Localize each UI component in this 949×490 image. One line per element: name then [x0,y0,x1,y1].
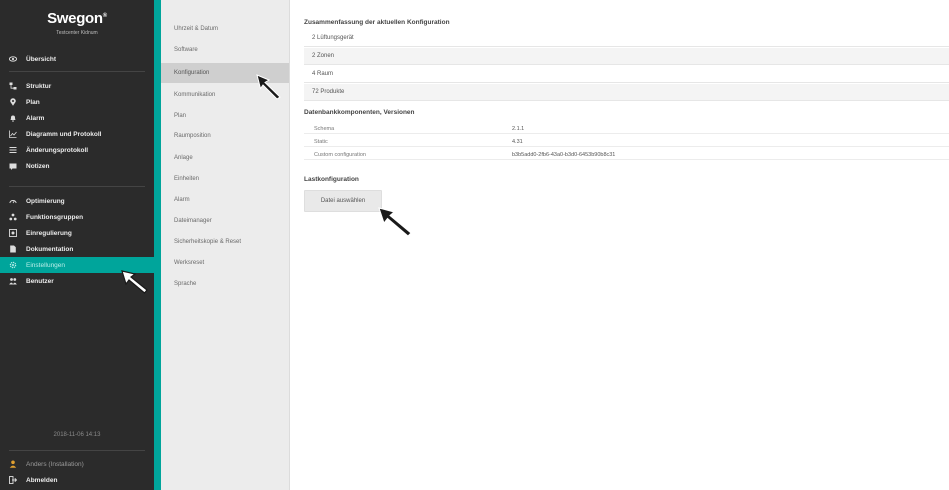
current-datetime: 2018-11-06 14:13 [53,432,101,438]
brand-mark: ® [102,13,107,19]
sidebar-item-struktur[interactable]: Struktur [0,78,154,94]
submenu-item-uhrzeit[interactable]: Uhrzeit & Datum [161,19,290,39]
choose-file-button[interactable]: Datei auswählen [304,190,382,212]
sidebar-divider [9,186,145,187]
brand-subtitle: Testcenter Kidnum [56,30,98,36]
sidebar-item-einregulierung[interactable]: Einregulierung [0,225,154,241]
sidebar-item-label: Alarm [26,114,45,122]
db-version-row: Custom configuration b3b5add0-2fb6-43a0-… [304,150,949,160]
db-version-row: Schema 2.1.1 [304,124,949,134]
logout-button[interactable]: Abmelden [0,472,154,488]
structure-icon [9,82,17,90]
sidebar-item-label: Optimierung [26,197,65,205]
chart-icon [9,130,17,138]
bell-icon [10,115,16,122]
eye-icon [9,56,17,62]
submenu-item-anlage[interactable]: Anlage [161,148,290,168]
submenu-item-sprache[interactable]: Sprache [161,274,290,294]
sidebar-item-label: Funktionsgruppen [26,213,84,221]
list-icon [9,147,17,153]
balance-icon [9,229,17,237]
submenu-item-alarm[interactable]: Alarm [161,190,290,210]
sidebar-item-diagramm[interactable]: Diagramm und Protokoll [0,126,154,142]
sidebar-item-label: Einregulierung [26,229,72,237]
db-version-value: 2.1.1 [512,126,525,132]
logout-icon [9,476,17,484]
submenu-item-plan[interactable]: Plan [161,106,290,126]
db-versions-title: Datenbankkomponenten, Versionen [304,109,415,116]
document-icon [10,245,16,253]
sidebar-item-label: Struktur [26,82,52,90]
summary-row: 2 Lüftungsgerät [304,30,949,47]
groups-icon [9,213,17,221]
db-version-key: Custom configuration [314,152,366,158]
sidebar-divider [9,450,145,451]
db-version-value: b3b5add0-2fb6-43a0-b3d0-6453b90b8c31 [512,152,616,158]
db-version-value: 4.31 [512,139,523,145]
logout-label: Abmelden [26,476,58,484]
sidebar-item-plan[interactable]: Plan [0,94,154,110]
sidebar-item-alarm[interactable]: Alarm [0,110,154,126]
sidebar-item-label: Diagramm und Protokoll [26,130,102,138]
user-icon [9,460,17,468]
brand-logo: Swegon® [0,10,154,27]
sidebar-item-label: Plan [26,98,40,106]
sidebar-item-label: Notizen [26,162,50,170]
sidebar-item-uebersicht[interactable]: Übersicht [0,51,154,67]
sidebar-item-label: Dokumentation [26,245,74,253]
sidebar-item-label: Benutzer [26,277,54,285]
main-sidebar: Swegon® Testcenter Kidnum Übersicht Stru… [0,0,154,490]
gauge-icon [9,200,17,204]
db-version-key: Static [314,139,328,145]
submenu-item-einheiten[interactable]: Einheiten [161,169,290,189]
sidebar-item-aenderungsprotokoll[interactable]: Änderungsprotokoll [0,142,154,158]
sidebar-item-label: Änderungsprotokoll [26,146,89,154]
users-icon [9,278,17,285]
sidebar-item-label: Einstellungen [26,261,66,269]
current-user-label: Anders (Installation) [26,460,84,468]
submenu-item-dateimanager[interactable]: Dateimanager [161,211,290,231]
sidebar-divider [9,71,145,72]
summary-row: 2 Zonen [304,48,949,65]
summary-title: Zusammenfassung der aktuellen Konfigurat… [304,19,450,26]
submenu-item-raumposition[interactable]: Raumposition [161,126,290,146]
sidebar-item-notizen[interactable]: Notizen [0,158,154,174]
submenu-item-software[interactable]: Software [161,40,290,60]
brand: Swegon® Testcenter Kidnum [0,10,154,36]
cursor-arrow-icon [256,74,281,100]
accent-stripe [154,0,161,490]
gear-icon [9,261,17,269]
load-config-title: Lastkonfiguration [304,176,359,183]
summary-row: 72 Produkte [304,84,949,101]
submenu-item-werksreset[interactable]: Werksreset [161,253,290,273]
cursor-arrow-icon [378,207,412,237]
sidebar-item-dokumentation[interactable]: Dokumentation [0,241,154,257]
map-pin-icon [10,98,16,106]
submenu-item-sicherheitskopie[interactable]: Sicherheitskopie & Reset [161,232,290,252]
current-user[interactable]: Anders (Installation) [0,456,154,472]
note-icon [9,163,17,170]
cursor-arrow-icon [121,270,148,294]
sidebar-item-optimierung[interactable]: Optimierung [0,193,154,209]
sidebar-item-funktionsgruppen[interactable]: Funktionsgruppen [0,209,154,225]
main-content: Zusammenfassung der aktuellen Konfigurat… [290,0,949,490]
brand-name: Swegon [47,10,103,27]
sidebar-item-label: Übersicht [26,55,56,63]
db-version-key: Schema [314,126,335,132]
db-version-row: Static 4.31 [304,137,949,147]
summary-row: 4 Raum [304,66,949,83]
